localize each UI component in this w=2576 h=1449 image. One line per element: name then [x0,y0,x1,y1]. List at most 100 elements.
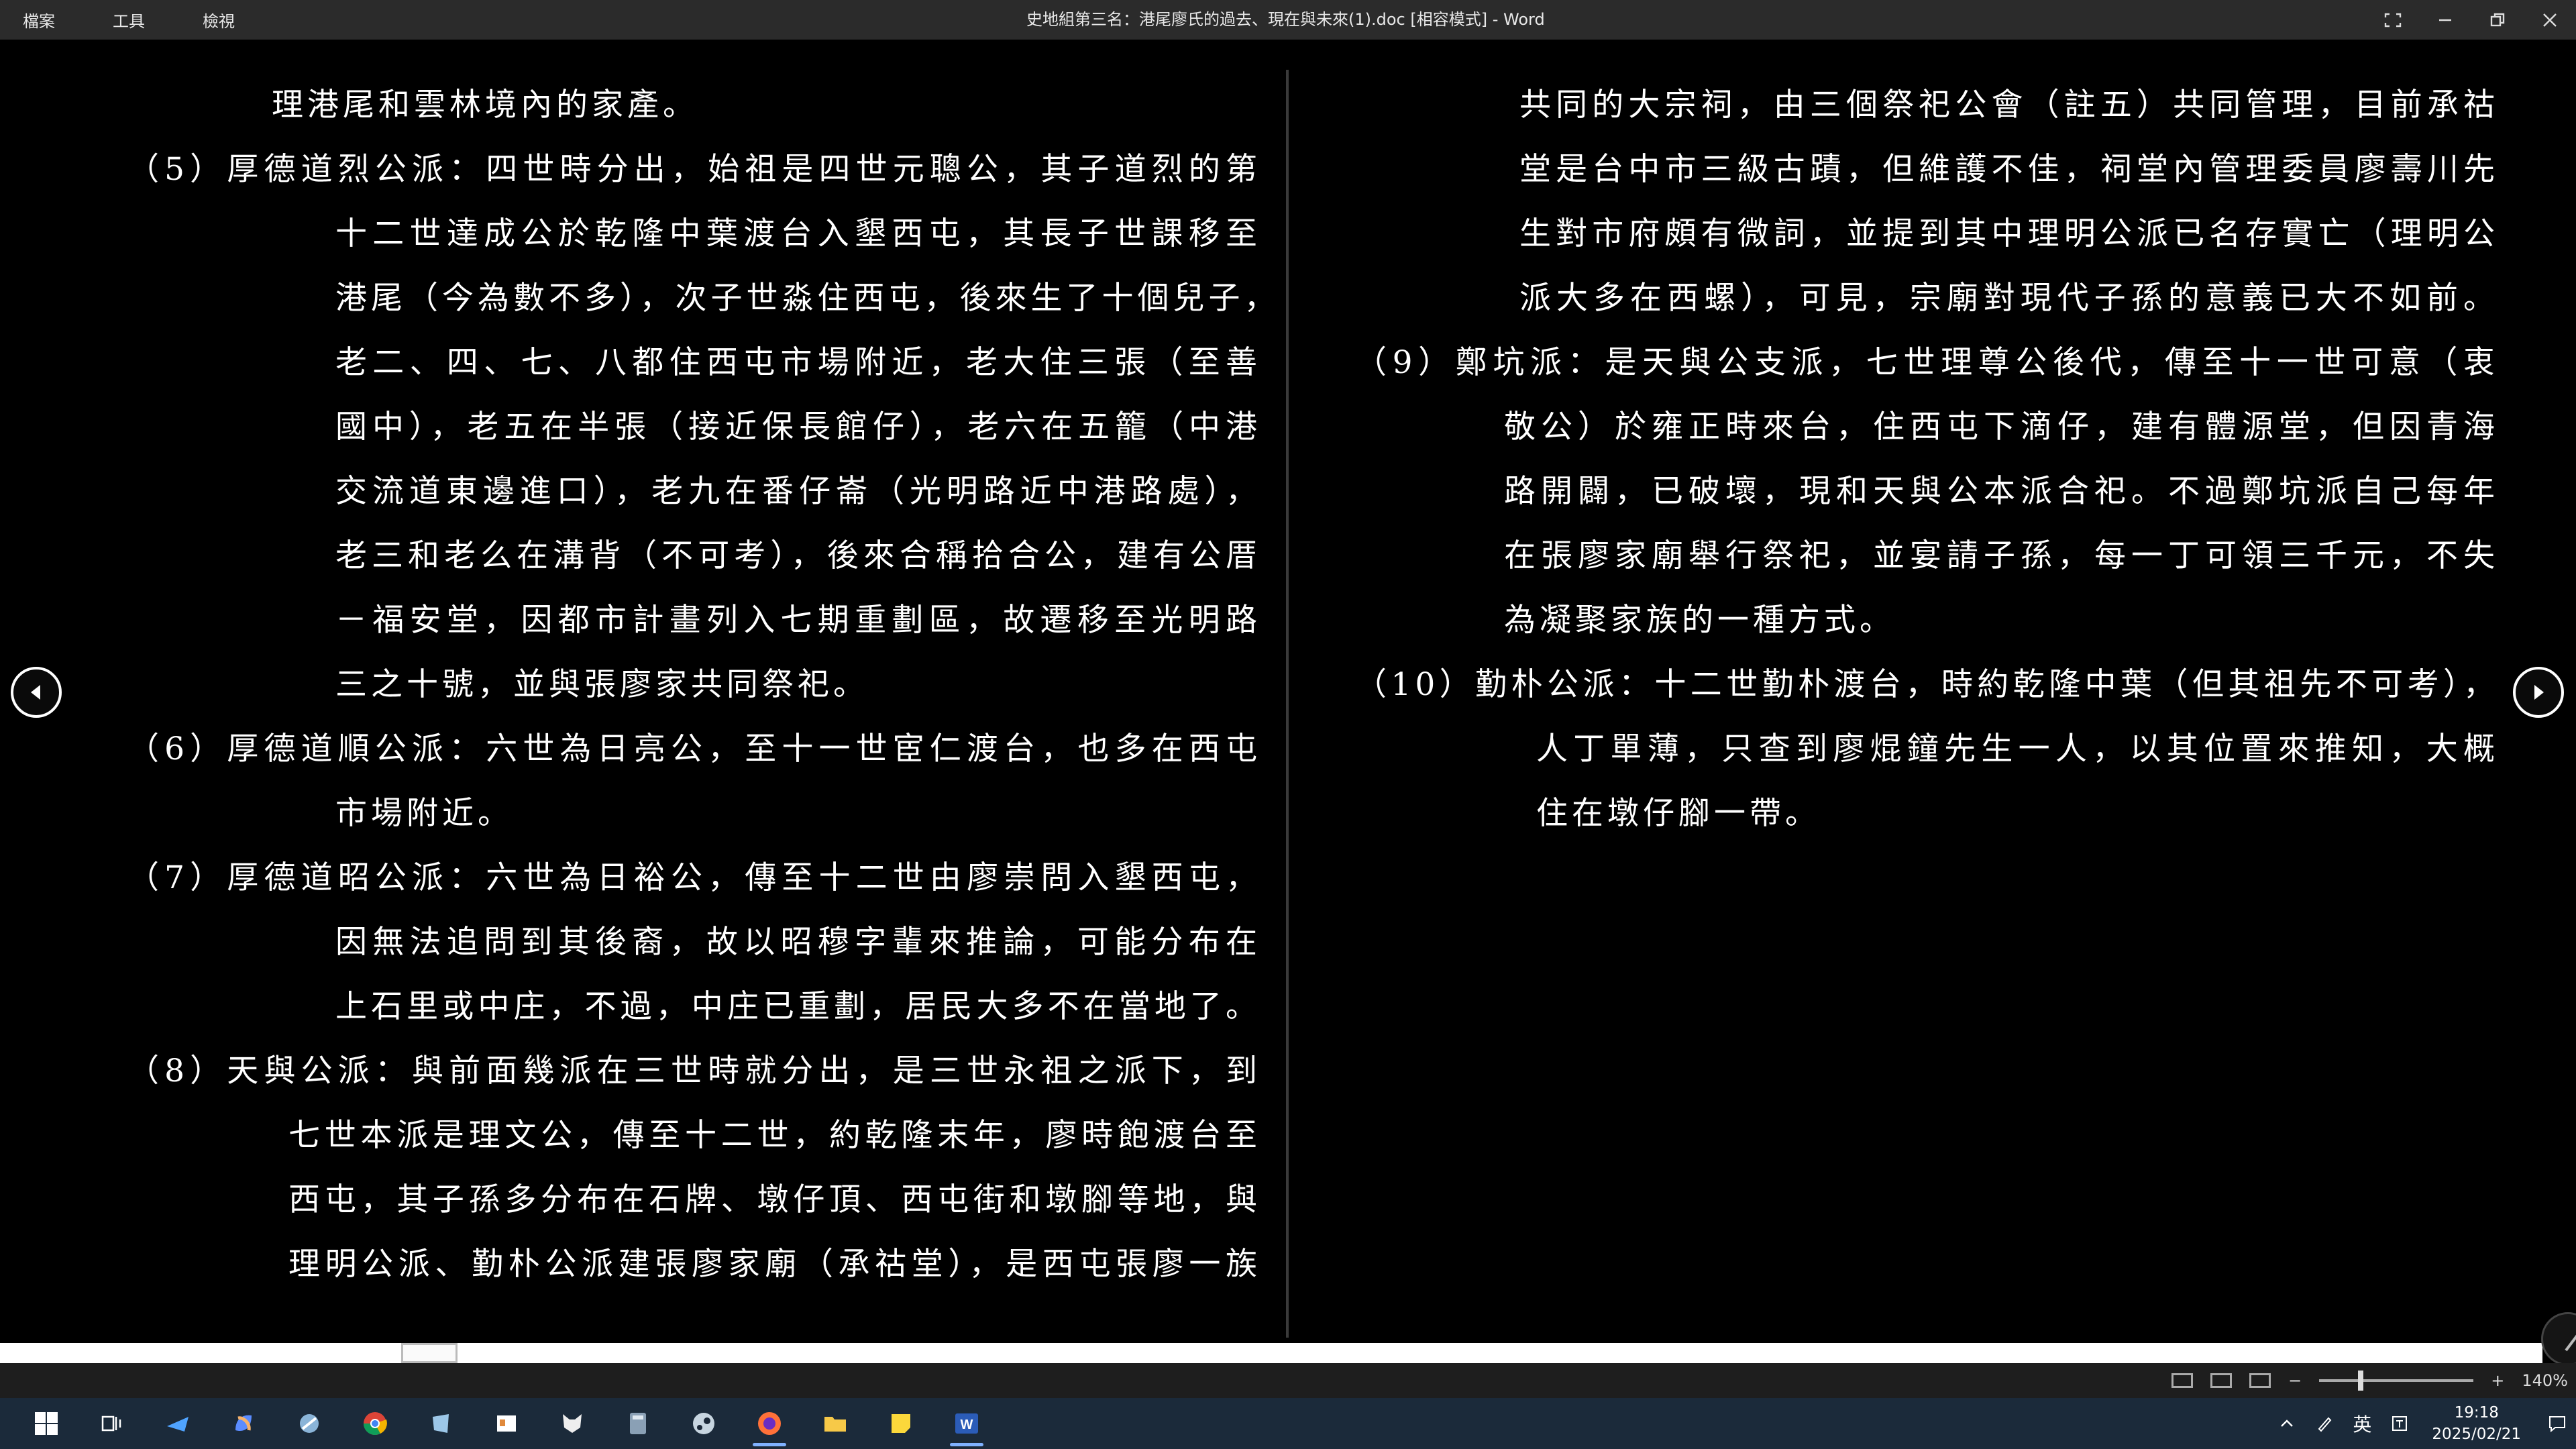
taskbar-app-file-explorer[interactable] [802,1398,868,1449]
text-line: 生對市府頗有微詞，並提到其中理明公派已名存實亡（理明公 [1519,215,2499,252]
status-bar: − + 140% [0,1363,2576,1398]
text-line: 港尾（今為數不多），次子世淼住西屯，後來生了十個兒子， [335,280,1280,317]
taskbar: W 英 19:18 2025/02/21 [0,1398,2576,1449]
exit-fullscreen-button[interactable] [2367,0,2419,40]
web-layout-icon[interactable] [2249,1373,2271,1388]
text-line: 三之十號，並與張廖家共同祭祀。 [335,666,869,703]
text-line: 為凝聚家族的一種方式。 [1504,602,1895,639]
arrow-left-icon [31,685,40,700]
notification-icon [2549,1416,2565,1433]
pen-menu-button[interactable] [2306,1398,2343,1449]
arrow-right-icon [2534,685,2544,700]
exit-fullscreen-icon [2384,13,2402,27]
text-line: （9）鄭坑派：是天與公支派，七世理尊公後代，傳至十一世可意（衷 [1355,344,2499,381]
text-line: （7）厚德道昭公派：六世為日裕公，傳至十二世由廖崇問入墾西屯， [127,859,1261,896]
text-line: （10）勤朴公派：十二世勤朴渡台，時約乾隆中葉（但其祖先不可考）， [1355,666,2499,703]
taskbar-app-chrome[interactable] [342,1398,408,1449]
text-line: 老三和老么在溝背（不可考），後來合稱拾合公，建有公厝 [335,537,1261,574]
restore-icon [2490,13,2505,26]
taskbar-app-pinned-7[interactable] [539,1398,605,1449]
text-line: 十二世達成公於乾隆中葉渡台入墾西屯，其長子世課移至 [335,215,1261,252]
text-line: 派大多在西螺），可見，宗廟對現代子孫的意義已大不如前。 [1519,280,2499,317]
text-line: 共同的大宗祠，由三個祭祀公會（註五）共同管理，目前承祜 [1519,87,2499,123]
close-icon [2543,13,2557,27]
app-icon [300,1414,319,1433]
start-button[interactable] [13,1398,79,1449]
minimize-icon [2439,19,2451,21]
zoom-in-button[interactable]: + [2491,1371,2504,1390]
read-mode-icon[interactable] [2171,1373,2194,1388]
text-line: 市場附近。 [335,795,513,832]
next-page-button[interactable] [2513,667,2564,718]
text-line: 理港尾和雲林境內的家產。 [272,87,698,123]
firefox-icon [758,1412,781,1435]
taskbar-app-pinned-3[interactable] [276,1398,342,1449]
ime-icon [2392,1416,2408,1431]
minimize-button[interactable] [2419,0,2471,40]
chrome-icon [364,1412,387,1435]
taskbar-apps: W [13,1398,1000,1449]
copilot-icon [235,1415,252,1432]
taskbar-app-sticky-notes[interactable] [868,1398,934,1449]
fox-icon [563,1414,582,1433]
chevron-up-icon [2281,1419,2294,1427]
scrollbar-thumb[interactable] [401,1343,458,1363]
text-line: 理明公派、勤朴公派建張廖家廟（承祜堂），是西屯張廖一族 [288,1246,1261,1283]
taskbar-app-copilot[interactable] [211,1398,276,1449]
clock-date: 2025/02/21 [2432,1426,2521,1443]
menu-file[interactable]: 檔案 [13,8,64,32]
app-icon [167,1417,189,1432]
menu-bar: 檔案 工具 檢視 [13,0,283,40]
taskbar-app-calculator[interactable] [605,1398,671,1449]
zoom-out-button[interactable]: − [2288,1371,2302,1390]
text-line: （6）厚德道順公派：六世為日亮公，至十一世宦仁渡台，也多在西屯 [127,731,1261,767]
task-view-button[interactable] [79,1398,145,1449]
app-icon [497,1415,516,1432]
menu-tools[interactable]: 工具 [103,8,154,32]
taskbar-app-pinned-5[interactable] [408,1398,474,1449]
text-line: 路開闢，已破壞，現和天與公本派合祀。不過鄭坑派自己每年 [1504,473,2499,510]
text-line: 西屯，其子孫多分布在石牌、墩仔頂、西屯街和墩腳等地，與 [288,1181,1261,1218]
document-page-right: 共同的大宗祠，由三個祭祀公會（註五）共同管理，目前承祜 堂是台中市三級古蹟，但維… [1355,73,2499,846]
calculator-icon [630,1413,646,1434]
zoom-slider[interactable] [2319,1371,2474,1391]
text-line: 老二、四、七、八都住西屯市場附近，老大住三張（至善 [335,344,1261,381]
document-page-left: 理港尾和雲林境內的家產。 （5）厚德道烈公派：四世時分出，始祖是四世元聰公，其子… [127,73,1280,1297]
taskbar-app-word[interactable]: W [934,1398,1000,1449]
text-line: 交流道東邊進口），老九在番仔崙（光明路近中港路處）， [335,473,1261,510]
windows-icon [35,1412,58,1435]
title-bar: 檔案 工具 檢視 史地組第三名：港尾廖氏的過去、現在與未來(1).doc [相容… [0,0,2576,40]
tools-toggle-button[interactable] [2541,1312,2576,1366]
previous-page-button[interactable] [11,667,62,718]
horizontal-scrollbar[interactable] [0,1343,2542,1363]
restore-button[interactable] [2471,0,2524,40]
steam-icon [693,1413,714,1434]
text-line: 國中），老五在半張（接近保長館仔），老六在五籠（中港 [335,409,1261,445]
pen-icon [2318,1417,2332,1432]
show-hidden-icons-button[interactable] [2268,1398,2306,1449]
menu-view[interactable]: 檢視 [193,8,244,32]
text-line: 七世本派是理文公，傳至十二世，約乾隆末年，廖時飽渡台至 [288,1117,1261,1154]
taskbar-app-firefox[interactable] [737,1398,802,1449]
text-line: （8）天與公派：與前面幾派在三世時就分出，是三世永祖之派下，到 [127,1053,1261,1089]
clock[interactable]: 19:18 2025/02/21 [2432,1402,2521,1445]
text-line: 因無法追問到其後裔，故以昭穆字輩來推論，可能分布在 [335,924,1261,961]
input-language-button[interactable]: 英 [2343,1398,2381,1449]
svg-text:W: W [961,1417,973,1432]
ime-mode-button[interactable] [2381,1398,2418,1449]
window-title: 史地組第三名：港尾廖氏的過去、現在與未來(1).doc [相容模式] - Wor… [1026,10,1545,29]
taskbar-app-pinned-1[interactable] [145,1398,211,1449]
print-layout-icon[interactable] [2210,1373,2233,1388]
pen-icon [2565,1334,2576,1352]
folder-icon [824,1417,846,1432]
window-controls [2367,0,2576,40]
zoom-level[interactable]: 140% [2522,1371,2568,1390]
word-icon: W [955,1413,978,1434]
sticky-note-icon [892,1414,910,1433]
taskbar-app-steam[interactable] [671,1398,737,1449]
page-divider [1286,70,1289,1338]
taskbar-app-pinned-6[interactable] [474,1398,539,1449]
zoom-slider-knob[interactable] [2358,1371,2364,1391]
close-button[interactable] [2524,0,2576,40]
notification-center-button[interactable] [2538,1398,2576,1449]
